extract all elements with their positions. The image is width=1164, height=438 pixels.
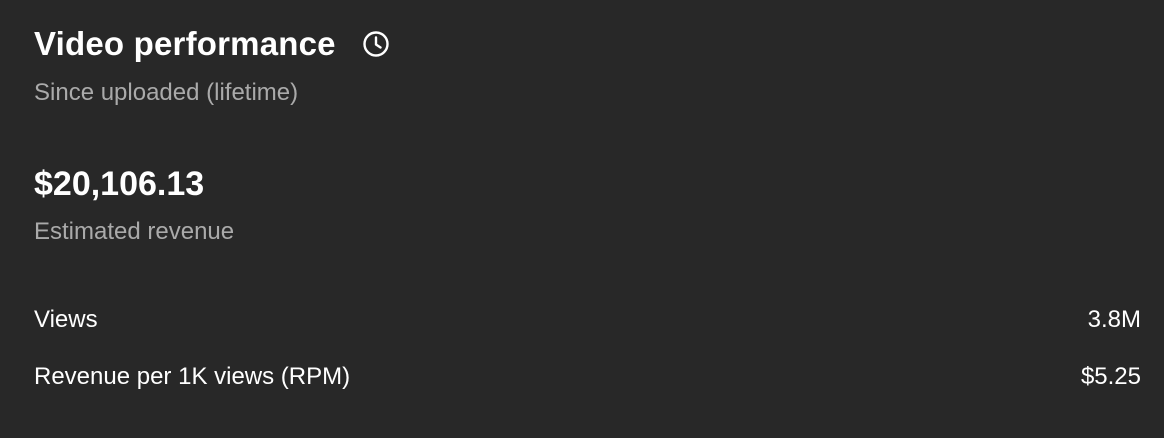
metric-row-rpm: Revenue per 1K views (RPM) $5.25 bbox=[34, 361, 1141, 393]
metric-row-views: Views 3.8M bbox=[34, 304, 1141, 336]
estimated-revenue-label: Estimated revenue bbox=[34, 218, 235, 245]
estimated-revenue-value: $20,106.13 bbox=[34, 165, 205, 203]
metric-label: Views bbox=[34, 306, 98, 333]
video-performance-card: Video performance Since uploaded (lifeti… bbox=[0, 0, 1164, 438]
card-subtitle: Since uploaded (lifetime) bbox=[34, 79, 299, 106]
card-header: Video performance bbox=[34, 22, 390, 66]
metric-value: 3.8M bbox=[1087, 306, 1141, 333]
card-title: Video performance bbox=[34, 25, 336, 62]
metric-label: Revenue per 1K views (RPM) bbox=[34, 363, 351, 390]
metric-value: $5.25 bbox=[1080, 363, 1141, 390]
clock-icon[interactable] bbox=[362, 30, 390, 58]
